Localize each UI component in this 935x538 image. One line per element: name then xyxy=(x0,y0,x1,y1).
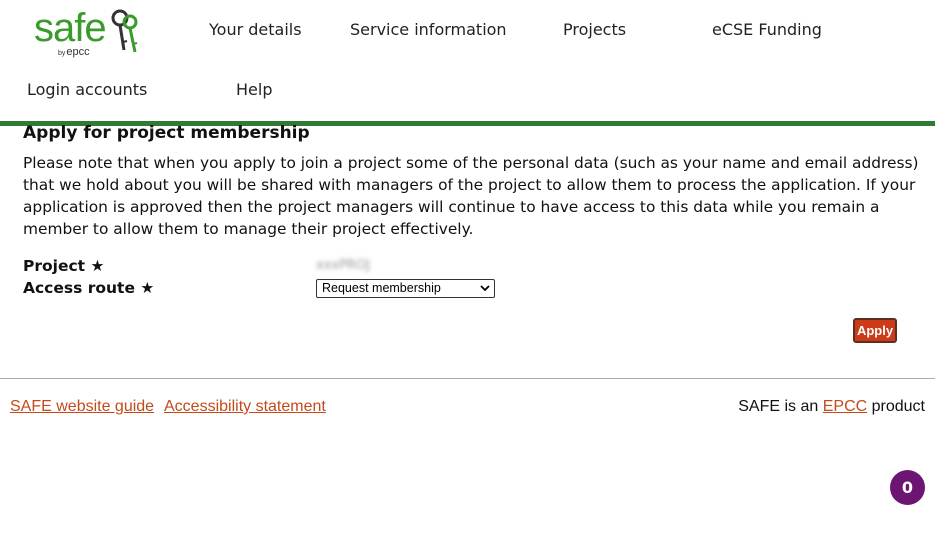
access-route-label: Access route ★ xyxy=(23,279,155,297)
nav-projects[interactable]: Projects xyxy=(563,20,626,40)
accessibility-statement-link[interactable]: Accessibility statement xyxy=(164,397,326,417)
access-route-selected: Request membership xyxy=(322,281,441,295)
epcc-link[interactable]: EPCC xyxy=(823,398,867,415)
site-header: safe byepcc Your details Service informa… xyxy=(0,0,935,126)
logo-wordmark: safe xyxy=(34,6,107,50)
nav-login-accounts[interactable]: Login accounts xyxy=(27,80,147,100)
keys-icon xyxy=(111,9,138,53)
logo-byline: byepcc xyxy=(58,46,90,58)
nav-ecse-funding[interactable]: eCSE Funding xyxy=(712,20,822,40)
product-attribution: SAFE is an EPCC product xyxy=(738,398,925,415)
footer-divider xyxy=(0,378,935,379)
access-route-select[interactable]: Request membership xyxy=(316,279,495,298)
project-label: Project ★ xyxy=(23,257,105,275)
notification-badge[interactable]: 0 xyxy=(890,470,925,505)
chevron-down-icon xyxy=(480,285,490,292)
nav-service-information[interactable]: Service information xyxy=(350,20,507,40)
nav-your-details[interactable]: Your details xyxy=(209,20,302,40)
safe-logo[interactable]: safe byepcc xyxy=(32,6,142,62)
page-title: Apply for project membership xyxy=(23,123,310,143)
apply-button[interactable]: Apply xyxy=(853,318,897,343)
project-value: xxxPROJ xyxy=(316,258,371,273)
privacy-notice: Please note that when you apply to join … xyxy=(23,154,919,238)
nav-help[interactable]: Help xyxy=(236,80,272,100)
safe-website-guide-link[interactable]: SAFE website guide xyxy=(10,397,154,417)
